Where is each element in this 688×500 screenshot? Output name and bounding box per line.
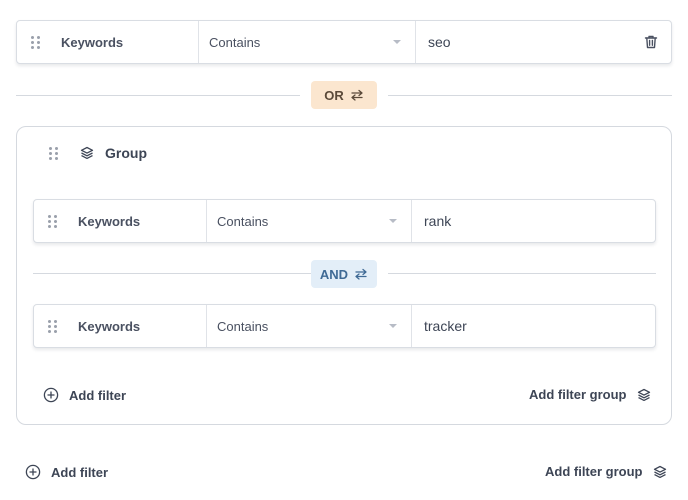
group-filter-row-1: Keywords Contains (33, 199, 656, 243)
add-filter-group-label: Add filter group (529, 387, 627, 402)
field-label: Keywords (61, 34, 124, 50)
or-label: OR (324, 87, 344, 103)
operator-select[interactable]: Contains (207, 200, 412, 242)
operator-select[interactable]: Contains (199, 21, 416, 63)
connector-line-left (16, 95, 300, 96)
add-filter-label: Add filter (51, 464, 109, 480)
operator-label: Contains (217, 213, 269, 229)
group-drag-handle-icon[interactable] (49, 147, 58, 160)
field-label: Keywords (78, 318, 141, 334)
group-add-filter-group-button[interactable]: Add filter group (529, 387, 651, 402)
value-container (412, 305, 655, 347)
value-input[interactable] (428, 34, 608, 50)
and-toggle[interactable]: AND (311, 260, 377, 288)
group-title: Group (105, 145, 147, 161)
group-add-filter-button[interactable]: Add filter (43, 387, 126, 403)
chevron-down-icon (393, 40, 401, 44)
value-container (416, 21, 671, 63)
operator-select[interactable]: Contains (207, 305, 412, 347)
layers-icon (80, 146, 94, 160)
connector-line-left (33, 273, 316, 274)
connector-line-right (388, 273, 656, 274)
connector-line-right (388, 95, 672, 96)
trash-icon[interactable] (643, 34, 659, 50)
value-container (412, 200, 655, 242)
chevron-down-icon (389, 219, 397, 223)
layers-icon (637, 388, 651, 402)
and-label: AND (319, 266, 349, 282)
field-select[interactable]: Keywords (70, 305, 207, 347)
layers-icon (653, 465, 667, 479)
swap-arrows-icon (354, 268, 368, 280)
value-input[interactable] (424, 213, 604, 229)
filter-row-top: Keywords Contains (16, 20, 672, 64)
add-filter-group-label: Add filter group (545, 464, 643, 479)
add-filter-button[interactable]: Add filter (25, 464, 108, 480)
field-select[interactable]: Keywords (70, 200, 207, 242)
value-input[interactable] (424, 318, 604, 334)
group-filter-row-2: Keywords Contains (33, 304, 656, 348)
drag-handle-icon[interactable] (34, 200, 70, 242)
chevron-down-icon (389, 324, 397, 328)
add-filter-label: Add filter (69, 387, 127, 403)
operator-label: Contains (209, 34, 261, 50)
filter-group: Group Keywords Contains AND (16, 126, 672, 425)
plus-circle-icon (25, 464, 41, 480)
add-filter-group-button[interactable]: Add filter group (545, 464, 667, 479)
drag-handle-icon[interactable] (17, 21, 53, 63)
field-select[interactable]: Keywords (53, 21, 199, 63)
field-label: Keywords (78, 213, 141, 229)
drag-handle-icon[interactable] (34, 305, 70, 347)
plus-circle-icon (43, 387, 59, 403)
or-toggle[interactable]: OR (311, 81, 377, 109)
operator-label: Contains (217, 318, 269, 334)
swap-arrows-icon (350, 89, 364, 101)
